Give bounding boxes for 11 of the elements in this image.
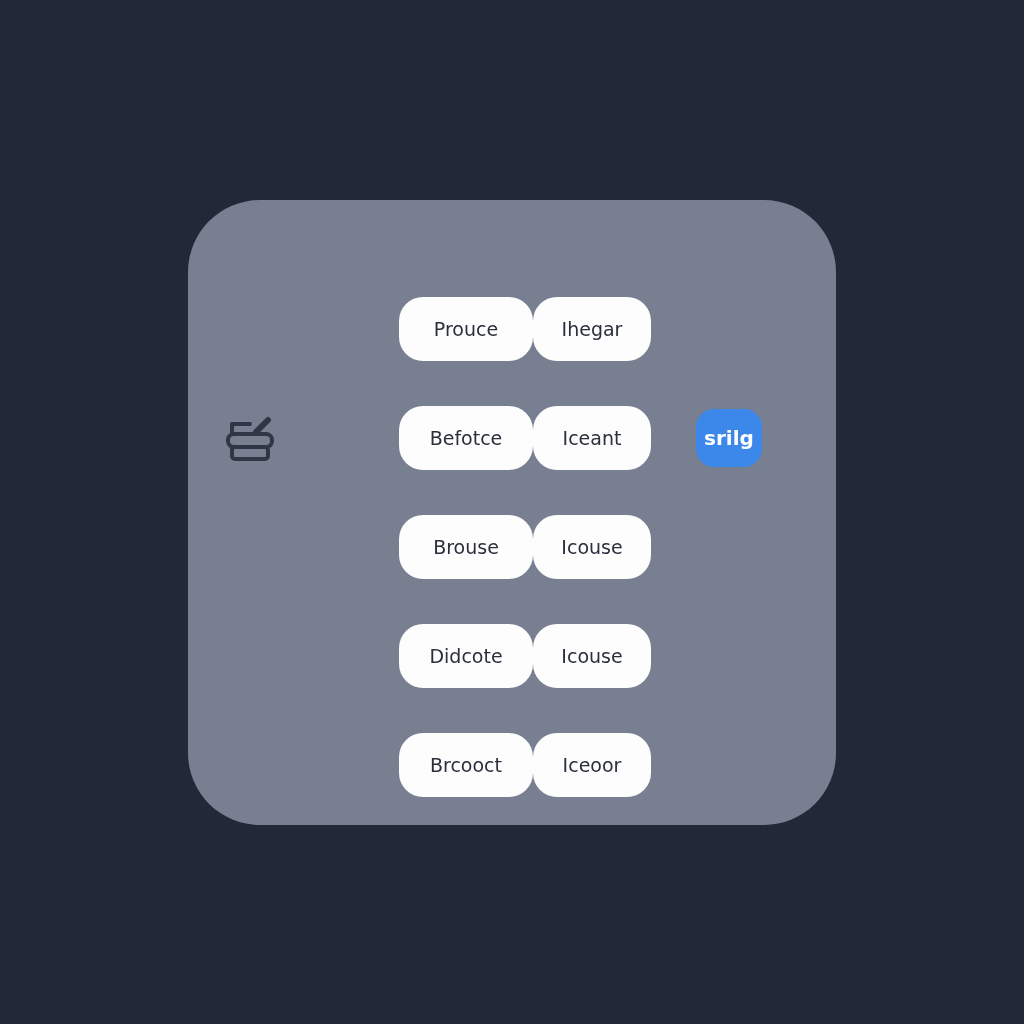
option-button[interactable]: Brouse bbox=[399, 514, 533, 579]
option-button[interactable]: Icouse bbox=[533, 623, 651, 688]
option-button[interactable]: Ihegar bbox=[533, 296, 651, 361]
option-button[interactable]: Brcooct bbox=[399, 732, 533, 797]
option-button[interactable]: Iceant bbox=[533, 405, 651, 470]
option-button[interactable]: Befotce bbox=[399, 405, 533, 470]
option-button[interactable]: Iceoor bbox=[533, 732, 651, 797]
option-button[interactable]: Didcote bbox=[399, 623, 533, 688]
action-button[interactable]: srilg bbox=[696, 408, 762, 467]
option-button[interactable]: Icouse bbox=[533, 514, 651, 579]
option-button[interactable]: Prouce bbox=[399, 296, 533, 361]
